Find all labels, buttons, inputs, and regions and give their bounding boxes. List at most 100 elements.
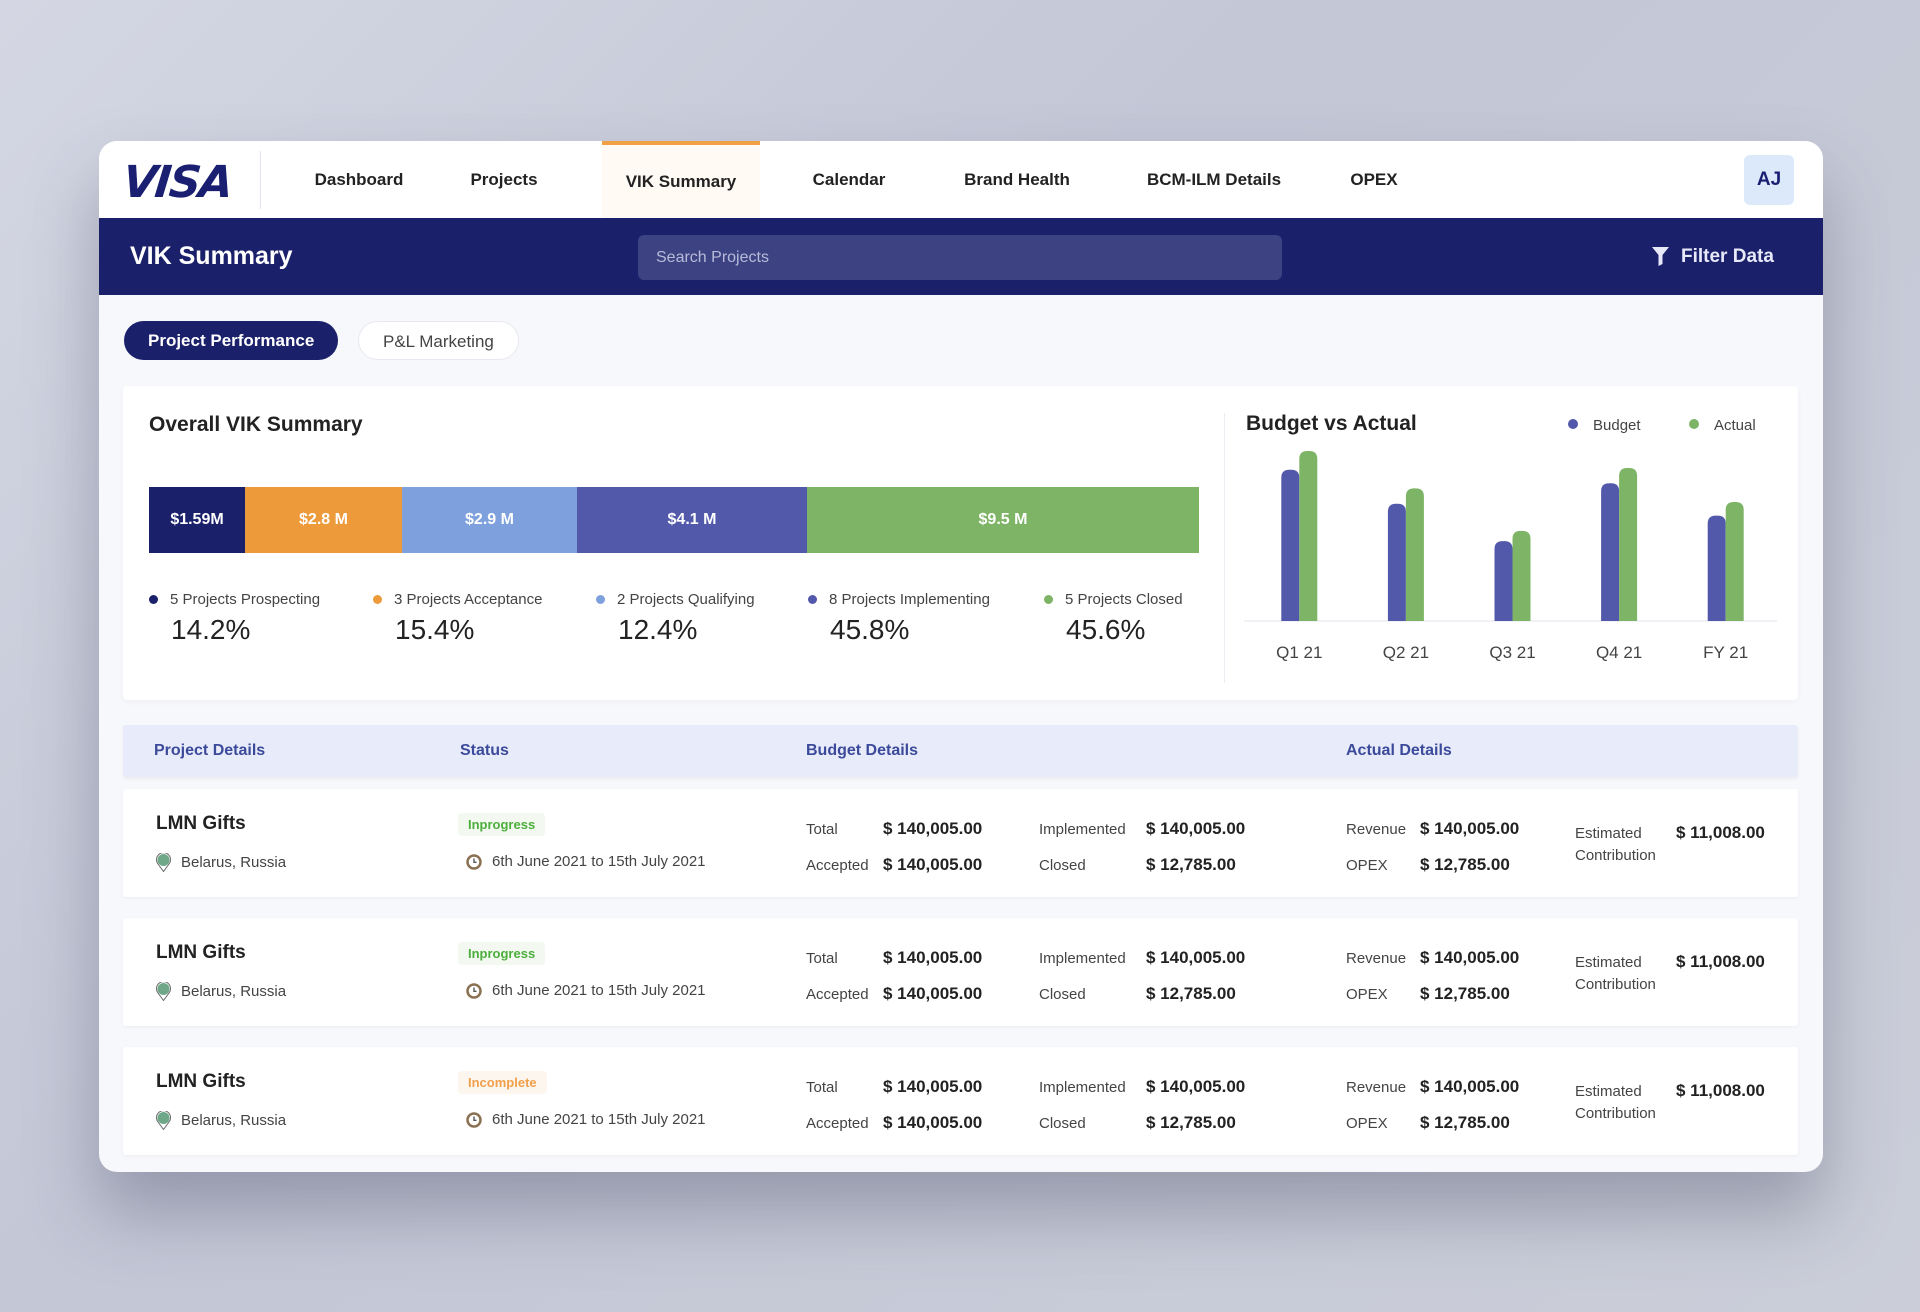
segment-qualifying[interactable]: $2.9 M (402, 487, 577, 553)
nav-item-bcm-ilm-details[interactable]: BCM-ILM Details (1129, 141, 1299, 218)
bar-budget-q4-21[interactable] (1601, 483, 1620, 621)
table-row[interactable]: LMN Gifts Belarus, Russia Inprogress 6th… (123, 918, 1798, 1026)
location-text: Belarus, Russia (181, 983, 287, 1000)
chart-legend: Budget Actual (1568, 417, 1756, 434)
budget-closed-value: $ 12,785.00 (1146, 1113, 1236, 1132)
project-name[interactable]: LMN Gifts (156, 813, 246, 835)
date-range-text: 6th June 2021 to 15th July 2021 (492, 982, 706, 999)
location-text: Belarus, Russia (181, 854, 287, 871)
table-row[interactable]: LMN Gifts Belarus, Russia Incomplete 6th… (123, 1047, 1798, 1155)
search-input[interactable] (638, 235, 1282, 280)
visa-logo[interactable]: VISA (120, 157, 234, 208)
legend-dot (1044, 595, 1053, 604)
legend-percent: 14.2% (171, 614, 251, 645)
segment-prospecting[interactable]: $1.59M (149, 487, 245, 553)
legend-label-budget: Budget (1593, 417, 1641, 434)
nav-item-brand-health[interactable]: Brand Health (947, 141, 1087, 218)
bar-budget-q3-21[interactable] (1494, 541, 1513, 621)
location-pin-icon (156, 853, 171, 872)
bar-actual-q3-21[interactable] (1512, 530, 1531, 621)
budget-total-label: Total (806, 1079, 838, 1096)
actual-revenue-value: $ 140,005.00 (1420, 819, 1520, 838)
table-header: Project Details Status Budget Details Ac… (123, 725, 1798, 777)
project-location: Belarus, Russia (156, 1111, 286, 1130)
segment-implementing[interactable]: $4.1 M (577, 487, 807, 553)
legend-label-actual: Actual (1714, 417, 1756, 434)
budget-implemented-label: Implemented (1039, 1079, 1126, 1096)
estimated-contribution-value: $ 11,008.00 (1676, 823, 1765, 842)
budget-total-value: $ 140,005.00 (883, 819, 983, 838)
legend-percent: 15.4% (395, 614, 475, 645)
bar-budget-q1-21[interactable] (1281, 469, 1300, 621)
funnel-icon (1652, 247, 1669, 266)
nav-item-opex[interactable]: OPEX (1339, 141, 1409, 218)
budget-vs-actual-chart: Budget vs Actual Budget Actual Q1 21 Q2 21… (1244, 412, 1777, 662)
header-status: Status (460, 742, 509, 759)
legend-percent: 45.6% (1066, 614, 1146, 645)
estimated-contribution-label: Estimated Contribution (1575, 1083, 1656, 1122)
budget-closed-label: Closed (1039, 986, 1086, 1003)
page-header: VIK Summary Filter Data (99, 218, 1823, 295)
summary-card: Overall VIK Summary $1.59M $2.8 M $2.9 M… (123, 386, 1798, 700)
legend-dot (373, 595, 382, 604)
budget-accepted-label: Accepted (806, 857, 869, 874)
nav-item-projects[interactable]: Projects (449, 141, 559, 218)
budget-accepted-label: Accepted (806, 986, 869, 1003)
x-tick-label: Q4 21 (1596, 643, 1642, 662)
segment-closed[interactable]: $9.5 M (807, 487, 1199, 553)
user-avatar[interactable]: AJ (1744, 155, 1794, 205)
project-dates: 6th June 2021 to 15th July 2021 (466, 853, 706, 870)
bar-actual-fy-21[interactable] (1725, 502, 1744, 621)
overall-vik-summary-title: Overall VIK Summary (149, 413, 363, 436)
actual-revenue-label: Revenue (1346, 950, 1407, 967)
tab-pl-marketing[interactable]: P&L Marketing (358, 321, 519, 360)
actual-opex-value: $ 12,785.00 (1420, 1113, 1510, 1132)
budget-accepted-value: $ 140,005.00 (883, 1113, 983, 1132)
budget-implemented-label: Implemented (1039, 821, 1126, 838)
bar-actual-q2-21[interactable] (1405, 488, 1424, 621)
project-name[interactable]: LMN Gifts (156, 1071, 246, 1093)
project-location: Belarus, Russia (156, 853, 286, 872)
bar-actual-q4-21[interactable] (1619, 468, 1638, 621)
legend-label: 2 Projects Qualifying (617, 591, 755, 608)
budget-closed-label: Closed (1039, 1115, 1086, 1132)
x-tick-label: Q3 21 (1489, 643, 1535, 662)
clock-icon (466, 982, 482, 999)
segment-acceptance[interactable]: $2.8 M (245, 487, 402, 553)
legend-label: 3 Projects Acceptance (394, 591, 543, 608)
location-pin-icon (156, 1111, 171, 1130)
table-row[interactable]: LMN Gifts Belarus, Russia Inprogress 6th… (123, 789, 1798, 897)
summary-legend: 5 Projects Prospecting 14.2% 3 Projects … (149, 591, 1199, 661)
project-dates: 6th June 2021 to 15th July 2021 (466, 1111, 706, 1128)
legend-percent: 45.8% (830, 614, 910, 645)
project-name[interactable]: LMN Gifts (156, 942, 246, 964)
bar-budget-fy-21[interactable] (1707, 515, 1726, 621)
actual-opex-value: $ 12,785.00 (1420, 855, 1510, 874)
legend-dot-budget (1568, 419, 1578, 429)
tab-project-performance[interactable]: Project Performance (124, 321, 339, 360)
legend-label: 5 Projects Closed (1065, 591, 1183, 608)
actual-opex-value: $ 12,785.00 (1420, 984, 1510, 1003)
estimated-contribution-label: Estimated Contribution (1575, 954, 1656, 993)
filter-data-button[interactable]: Filter Data (1652, 218, 1774, 295)
status-badge: Inprogress (458, 813, 546, 836)
bar-actual-q1-21[interactable] (1299, 451, 1318, 621)
nav-divider (260, 151, 261, 209)
bar-budget-q2-21[interactable] (1387, 503, 1406, 621)
nav-item-vik-summary[interactable]: VIK Summary (602, 141, 760, 218)
legend-dot (149, 595, 158, 604)
budget-total-value: $ 140,005.00 (883, 1077, 983, 1096)
clock-icon (466, 1111, 482, 1128)
nav-item-calendar[interactable]: Calendar (794, 141, 904, 218)
top-nav: VISA Dashboard Projects VIK Summary Cale… (99, 141, 1823, 218)
budget-accepted-value: $ 140,005.00 (883, 855, 983, 874)
x-tick-label: FY 21 (1703, 643, 1748, 662)
chart-title: Budget vs Actual (1246, 412, 1417, 435)
legend-item-prospecting: 5 Projects Prospecting 14.2% (149, 591, 320, 646)
budget-implemented-value: $ 140,005.00 (1146, 1077, 1246, 1096)
nav-item-dashboard[interactable]: Dashboard (299, 141, 419, 218)
legend-label: 5 Projects Prospecting (170, 591, 321, 608)
actual-revenue-value: $ 140,005.00 (1420, 948, 1520, 967)
budget-accepted-value: $ 140,005.00 (883, 984, 983, 1003)
legend-item-qualifying: 2 Projects Qualifying 12.4% (596, 591, 755, 646)
